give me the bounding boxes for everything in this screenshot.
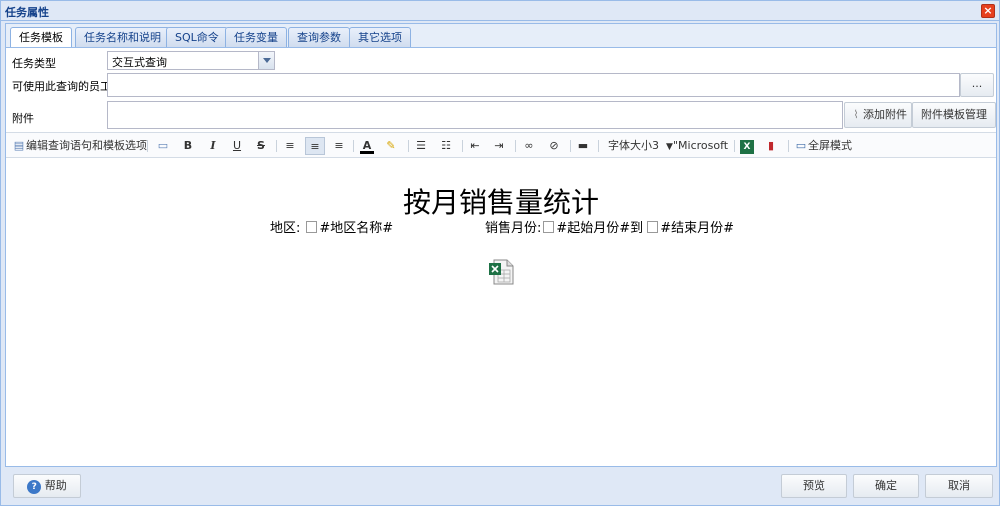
month-line: 销售月份: #起始月份#到 #结束月份# (485, 217, 734, 236)
employees-field[interactable] (107, 73, 960, 97)
tab-task-template[interactable]: 任务模板 (10, 27, 72, 49)
align-right-button[interactable]: ≡ (332, 137, 346, 155)
title-bar: 任务属性 × (1, 1, 999, 21)
tab-sql-command[interactable]: SQL命令 (166, 27, 228, 48)
font-size-select[interactable]: 字体大小3 ▼ (608, 137, 677, 155)
horizontal-rule-button[interactable]: ▬ (576, 137, 590, 155)
highlight-button[interactable]: ✎ (384, 137, 398, 155)
indent-button[interactable]: ⇥ (492, 137, 506, 155)
unlink-icon: ⊘ (549, 139, 559, 152)
underline-button[interactable]: U (230, 137, 244, 155)
bold-button[interactable]: B (181, 137, 195, 155)
italic-icon: I (210, 139, 216, 152)
outdent-button[interactable]: ⇤ (468, 137, 482, 155)
employees-browse-button[interactable]: ... (960, 73, 994, 97)
link-icon: ∞ (524, 139, 534, 152)
tab-task-name-description[interactable]: 任务名称和说明 (75, 27, 170, 48)
task-type-label: 任务类型 (12, 57, 56, 70)
underline-icon: U (232, 139, 242, 152)
paperclip-icon: ⌇ (853, 108, 859, 121)
region-label: 地区: (270, 221, 301, 236)
cancel-button[interactable]: 取消 (925, 474, 993, 498)
attachment-field[interactable] (107, 101, 843, 129)
bullet-list-button[interactable]: ☰ (414, 137, 428, 155)
tab-other-options[interactable]: 其它选项 (349, 27, 411, 48)
toolbar-divider (353, 140, 354, 152)
dialog-footer: ? 帮助 预览 确定 取消 (5, 469, 997, 503)
window-title: 任务属性 (5, 6, 49, 19)
align-left-icon: ≡ (285, 139, 295, 152)
month-label: 销售月份: (485, 221, 542, 236)
numbered-list-button[interactable]: ☷ (439, 137, 453, 155)
region-checkbox[interactable] (306, 221, 318, 233)
tab-strip: 任务模板 任务名称和说明 SQL命令 任务变量 查询参数 其它选项 (5, 23, 997, 49)
toolbar-divider (788, 140, 789, 152)
template-panel: 任务类型 交互式查询 可使用此查询的员工 ... 附件 ⌇ 添加附件 附件模板管理… (5, 47, 997, 467)
tab-query-parameters[interactable]: 查询参数 (288, 27, 350, 48)
editor-area[interactable]: 按月销售量统计 地区: #地区名称# 销售月份: #起始月份#到 #结束月份# (6, 159, 996, 466)
numbered-list-icon: ☷ (441, 139, 451, 152)
font-color-button[interactable]: A (360, 137, 374, 155)
region-variable: #地区名称# (319, 221, 394, 236)
strikethrough-icon: S (257, 139, 265, 152)
manage-templates-button[interactable]: 附件模板管理 (912, 102, 996, 128)
toolbar-divider (598, 140, 599, 152)
font-color-icon: A (360, 140, 374, 154)
end-month-checkbox[interactable] (647, 221, 659, 233)
task-properties-window: 任务属性 × 任务模板 任务名称和说明 SQL命令 任务变量 查询参数 其它选项… (0, 0, 1000, 506)
excel-icon: X (740, 140, 754, 154)
help-icon: ? (27, 480, 42, 494)
bullet-list-icon: ☰ (416, 139, 426, 152)
preview-button[interactable]: 预览 (781, 474, 847, 498)
toolbar-divider (462, 140, 463, 152)
bold-icon: B (183, 139, 193, 152)
unlink-button[interactable]: ⊘ (547, 137, 561, 155)
horizontal-rule-icon: ▬ (577, 139, 589, 152)
fullscreen-icon: ▭ (795, 139, 807, 152)
chevron-down-icon[interactable] (258, 52, 274, 69)
toolbar-divider (515, 140, 516, 152)
toolbar-divider (734, 140, 735, 152)
toolbar-divider (570, 140, 571, 152)
align-left-button[interactable]: ≡ (283, 137, 297, 155)
employees-label: 可使用此查询的员工 (12, 80, 111, 93)
insert-excel-button[interactable]: X (740, 137, 754, 155)
toolbar-divider (147, 140, 148, 152)
align-center-button[interactable]: ≡ (305, 137, 325, 155)
italic-button[interactable]: I (206, 137, 220, 155)
edit-icon: ▤ (13, 139, 25, 152)
highlight-icon: ✎ (386, 139, 396, 152)
region-line: 地区: #地区名称# (270, 217, 393, 236)
help-button[interactable]: ? 帮助 (13, 474, 81, 498)
close-icon[interactable]: × (981, 4, 995, 18)
tab-task-variables[interactable]: 任务变量 (225, 27, 287, 48)
add-attachment-button[interactable]: ⌇ 添加附件 (844, 102, 912, 128)
task-type-select[interactable]: 交互式查询 (107, 51, 275, 70)
task-type-value: 交互式查询 (112, 56, 167, 69)
insert-chart-button[interactable]: ▮ (764, 137, 778, 155)
outdent-icon: ⇤ (470, 139, 480, 152)
align-center-icon: ≡ (310, 140, 320, 153)
html-source-button[interactable]: ▭ (156, 137, 170, 155)
excel-file-icon[interactable] (488, 259, 514, 285)
document-title: 按月销售量统计 (402, 186, 599, 219)
editor-toolbar: ▤ 编辑查询语句和模板选项 ▭ B I U S ≡ ≡ ≡ A ✎ ☰ ☷ ⇤ ⇥… (6, 132, 996, 158)
end-month-variable: #结束月份# (660, 221, 734, 236)
bar-chart-icon: ▮ (767, 139, 775, 152)
toolbar-divider (408, 140, 409, 152)
edit-options-button[interactable]: ▤ 编辑查询语句和模板选项 (12, 137, 147, 155)
strikethrough-button[interactable]: S (254, 137, 268, 155)
ok-button[interactable]: 确定 (853, 474, 919, 498)
toolbar-divider (276, 140, 277, 152)
indent-icon: ⇥ (494, 139, 504, 152)
start-month-checkbox[interactable] (543, 221, 555, 233)
align-right-icon: ≡ (334, 139, 344, 152)
fullscreen-button[interactable]: ▭ 全屏模式 (794, 137, 852, 155)
link-button[interactable]: ∞ (522, 137, 536, 155)
start-month-variable: #起始月份#到 (556, 221, 644, 236)
attachment-label: 附件 (12, 112, 34, 125)
font-name-select[interactable]: "Microsoft Ya (673, 137, 729, 155)
html-icon: ▭ (157, 139, 169, 152)
